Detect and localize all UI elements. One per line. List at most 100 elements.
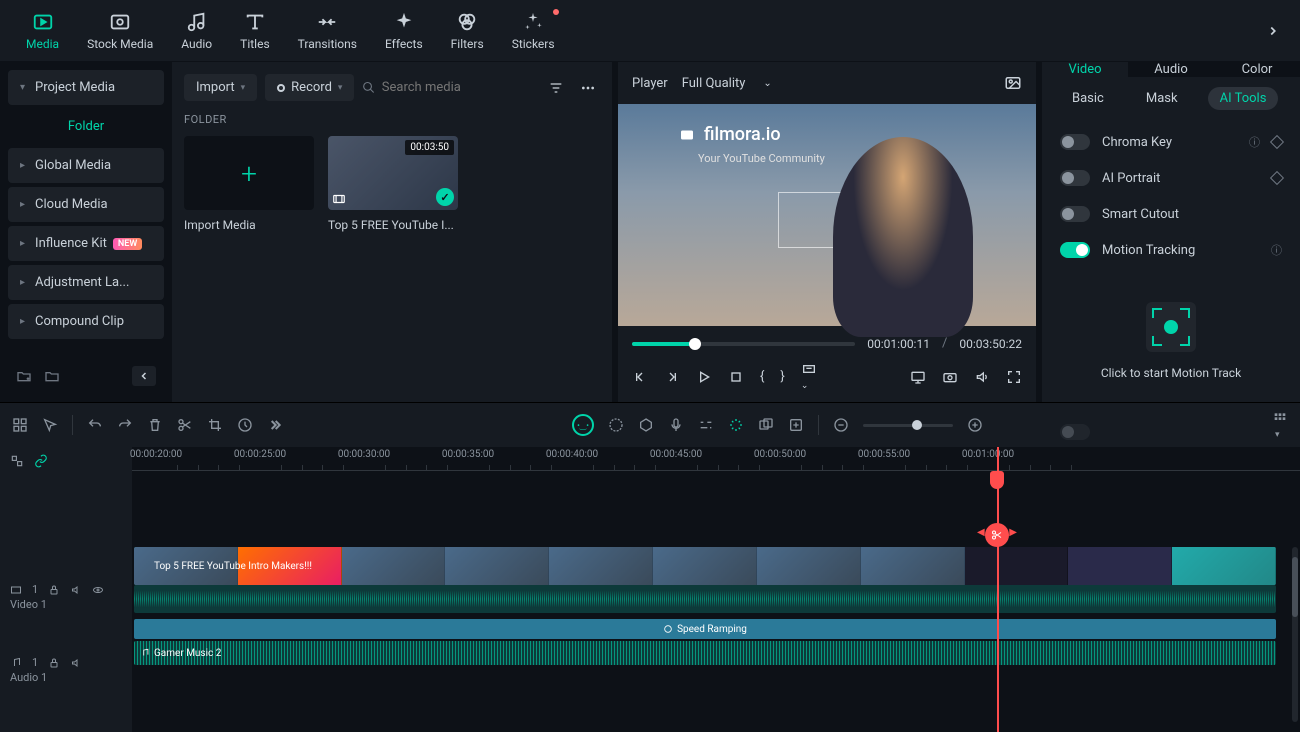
subtab-basic[interactable]: Basic	[1060, 87, 1116, 110]
layout-button[interactable]	[12, 417, 28, 433]
mute-icon[interactable]	[70, 584, 82, 596]
selection-tool[interactable]	[42, 417, 58, 433]
preview-viewport[interactable]: filmora.io Your YouTube Community	[618, 104, 1036, 326]
sidebar-item-influence-kit[interactable]: Influence KitNEW	[8, 226, 164, 261]
motion-tracking-toggle[interactable]	[1060, 242, 1090, 258]
split-button[interactable]	[177, 417, 193, 433]
speed-ramp-clip[interactable]: Speed Ramping	[134, 619, 1276, 639]
zoom-slider[interactable]	[863, 424, 953, 427]
sidebar-item-compound-clip[interactable]: Compound Clip	[8, 304, 164, 339]
tab-media[interactable]: Media	[12, 5, 73, 57]
video-clip[interactable]: Top 5 FREE YouTube Intro Makers!!! ✕	[134, 547, 1276, 585]
scrub-thumb[interactable]	[689, 338, 701, 350]
tab-audio[interactable]: Audio	[167, 5, 226, 57]
media-clip-tile[interactable]: 00:03:50 ✓	[328, 136, 458, 210]
fullscreen-button[interactable]	[1006, 369, 1022, 385]
zoom-out-button[interactable]	[833, 417, 849, 433]
prev-frame-button[interactable]	[632, 369, 648, 385]
keyframe-button[interactable]	[1270, 171, 1284, 185]
color-button[interactable]	[608, 417, 624, 433]
crop-button[interactable]	[207, 417, 223, 433]
ai-assistant-button[interactable]	[572, 414, 594, 436]
camera-button[interactable]	[942, 369, 958, 385]
tab-stock-media[interactable]: Stock Media	[73, 5, 167, 57]
more-tools-button[interactable]	[267, 417, 283, 433]
sidebar-item-folder[interactable]: Folder	[8, 109, 164, 144]
undo-button[interactable]	[87, 417, 103, 433]
tab-filters[interactable]: Filters	[437, 5, 498, 57]
volume-button[interactable]	[974, 369, 990, 385]
play-button[interactable]	[696, 369, 712, 385]
snapshot-button[interactable]	[1004, 74, 1022, 92]
sidebar-item-cloud-media[interactable]: Cloud Media	[8, 187, 164, 222]
track-link-button[interactable]	[10, 454, 24, 468]
subtab-ai-tools[interactable]: AI Tools	[1208, 87, 1279, 110]
sidebar-item-global-media[interactable]: Global Media	[8, 148, 164, 183]
filter-icon[interactable]	[544, 76, 568, 100]
motion-track-start[interactable]: Click to start Motion Track	[1042, 272, 1300, 410]
new-folder-icon[interactable]	[16, 368, 32, 384]
lock-icon[interactable]	[48, 584, 60, 596]
import-dropdown[interactable]: Import▾	[184, 74, 257, 101]
timeline-ruler[interactable]: 00:00:20:0000:00:25:0000:00:30:0000:00:3…	[132, 447, 1300, 471]
playhead-handle[interactable]	[990, 471, 1004, 489]
preview-subtitle: Your YouTube Community	[698, 152, 825, 165]
delete-button[interactable]	[147, 417, 163, 433]
tab-transitions[interactable]: Transitions	[284, 5, 371, 57]
display-button[interactable]	[910, 369, 926, 385]
inspector-tab-audio[interactable]: Audio	[1128, 62, 1214, 77]
audio-clip[interactable]: Gamer Music 2	[134, 641, 1276, 665]
info-icon[interactable]: ⓘ	[1271, 242, 1282, 258]
import-media-tile[interactable]: +	[184, 136, 314, 210]
tabs-next-arrow[interactable]	[1258, 16, 1288, 46]
search-input[interactable]	[382, 80, 536, 95]
stop-button[interactable]	[728, 369, 744, 385]
inspector-tab-video[interactable]: Video	[1042, 62, 1128, 77]
ai-portrait-toggle[interactable]	[1060, 170, 1090, 186]
playhead[interactable]	[997, 447, 999, 732]
new-bin-icon[interactable]	[44, 368, 60, 384]
timeline-tracks-area[interactable]: 00:00:20:0000:00:25:0000:00:30:0000:00:3…	[132, 447, 1300, 732]
tab-titles[interactable]: Titles	[226, 5, 283, 57]
sidebar-item-project-media[interactable]: Project Media	[8, 70, 164, 105]
cut-tool-indicator[interactable]	[985, 523, 1009, 547]
video-audio-waveform[interactable]	[134, 585, 1276, 613]
next-frame-button[interactable]	[664, 369, 680, 385]
sidebar-collapse-button[interactable]	[132, 366, 156, 386]
subtab-mask[interactable]: Mask	[1134, 87, 1190, 110]
smart-cutout-toggle[interactable]	[1060, 206, 1090, 222]
more-options-icon[interactable]	[576, 76, 600, 100]
redo-button[interactable]	[117, 417, 133, 433]
audio-mixer-button[interactable]	[698, 417, 714, 433]
scrub-bar[interactable]	[632, 342, 855, 346]
chroma-key-toggle[interactable]	[1060, 134, 1090, 150]
info-icon[interactable]: ⓘ	[1249, 134, 1260, 150]
auto-reframe-button[interactable]	[728, 417, 744, 433]
tab-stickers[interactable]: Stickers	[498, 5, 569, 57]
mark-in-button[interactable]: {	[760, 369, 764, 384]
audio-track-header[interactable]: 1 Audio 1	[0, 645, 132, 695]
inspector-tab-color[interactable]: Color	[1214, 62, 1300, 77]
speed-button[interactable]	[237, 417, 253, 433]
plus-icon: +	[241, 157, 257, 190]
video-track-header[interactable]: 1 Video 1	[0, 549, 132, 645]
add-marker-button[interactable]	[788, 417, 804, 433]
quality-dropdown[interactable]: Full Quality⌄	[682, 76, 772, 91]
lock-icon[interactable]	[48, 657, 60, 669]
visibility-icon[interactable]	[92, 584, 104, 596]
render-preview-button[interactable]	[758, 417, 774, 433]
tab-effects[interactable]: Effects	[371, 5, 437, 57]
zoom-in-button[interactable]	[967, 417, 983, 433]
mark-out-button[interactable]: }	[780, 369, 784, 384]
mute-icon[interactable]	[70, 657, 82, 669]
track-magnet-button[interactable]	[34, 454, 48, 468]
ruler-tick: 00:00:35:00	[442, 449, 494, 460]
record-dropdown[interactable]: Record▾	[265, 74, 354, 101]
timeline-scrollbar[interactable]	[1292, 547, 1298, 722]
track-options-button[interactable]: ▾	[1272, 410, 1288, 441]
aspect-ratio-button[interactable]: ⌄	[801, 361, 817, 392]
sidebar-item-adjustment-layer[interactable]: Adjustment La...	[8, 265, 164, 300]
keyframe-button[interactable]	[1270, 135, 1284, 149]
voiceover-button[interactable]	[668, 417, 684, 433]
marker-button[interactable]	[638, 417, 654, 433]
